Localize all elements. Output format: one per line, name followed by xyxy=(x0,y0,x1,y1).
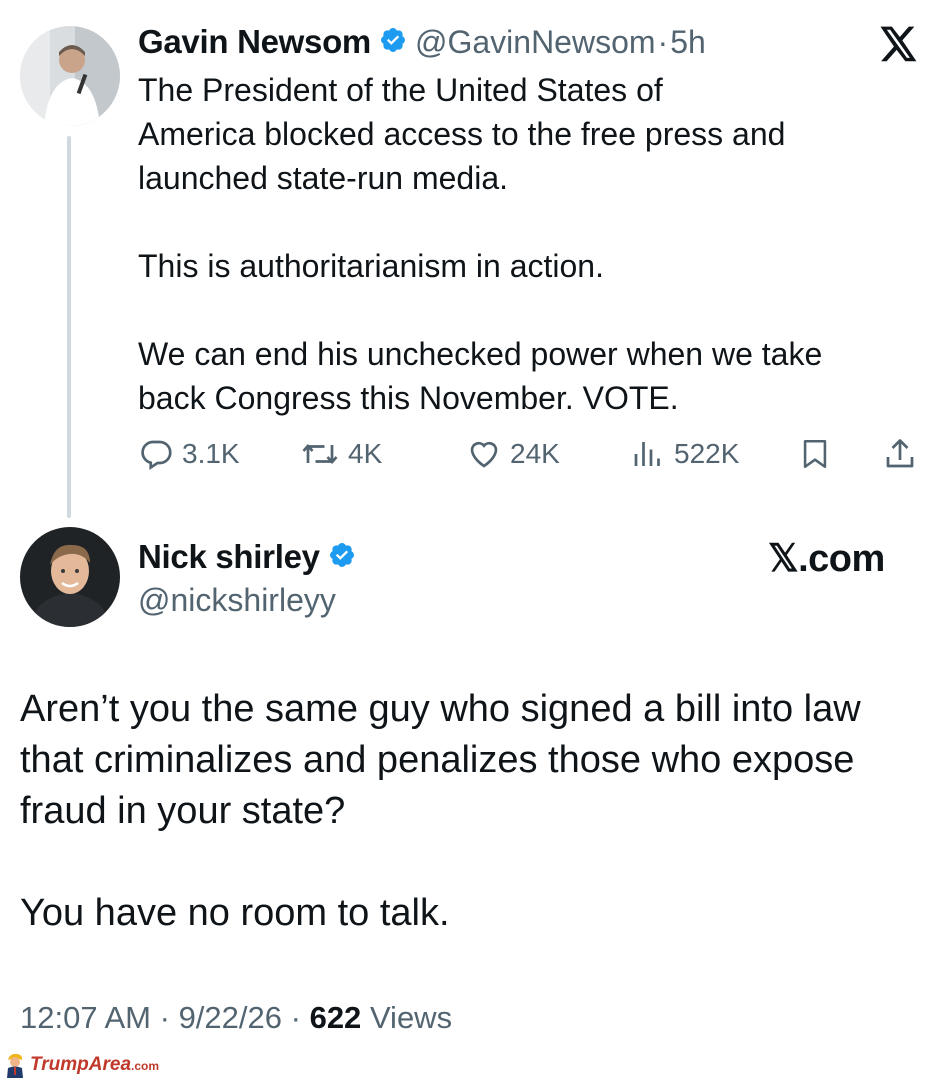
reply-header: Nick shirley xyxy=(138,537,356,577)
tweet-paragraph: The President of the United States of Am… xyxy=(138,68,898,200)
like-count: 24K xyxy=(510,438,560,469)
reply-paragraph: Aren’t you the same guy who signed a bil… xyxy=(20,684,900,837)
reply-paragraph: You have no room to talk. xyxy=(20,892,450,934)
repost-icon xyxy=(302,444,338,464)
verified-badge-icon xyxy=(379,26,407,59)
x-com-label: 𝕏.com xyxy=(768,538,885,580)
tweet-line: The President of the United States of xyxy=(138,72,663,108)
reply-body: Aren’t you the same guy who signed a bil… xyxy=(20,684,900,939)
tweet-header: Gavin Newsom @GavinNewsom · 5h xyxy=(138,22,706,62)
tweet-paragraph: This is authoritarianism in action. xyxy=(138,248,604,284)
share-icon xyxy=(886,439,914,468)
tweet-line: America blocked access to the free press… xyxy=(138,116,786,152)
reply-author-name[interactable]: Nick shirley xyxy=(138,538,320,576)
analytics-icon xyxy=(634,442,660,466)
watermark-tld: .com xyxy=(131,1059,160,1073)
author-handle[interactable]: @GavinNewsom xyxy=(415,24,656,61)
meta-separator: · xyxy=(290,1000,301,1035)
x-logo-icon[interactable] xyxy=(880,26,918,67)
repost-count: 4K xyxy=(348,438,383,469)
reply-timestamp[interactable]: 12:07 AM xyxy=(20,1000,151,1035)
reply-meta-footer: 12:07 AM · 9/22/26 · 622 Views xyxy=(20,1000,452,1036)
tweet-line: We can end his unchecked power when we t… xyxy=(138,336,823,372)
tweet-action-bar: 3.1K 4K 24K 522K xyxy=(0,432,940,478)
meta-separator: · xyxy=(159,1000,170,1035)
reply-line: fraud in your state? xyxy=(20,790,346,832)
reply-author-handle[interactable]: @nickshirleyy xyxy=(138,582,336,619)
reply-line: that criminalizes and penalizes those wh… xyxy=(20,739,855,781)
repost-button[interactable]: 4K xyxy=(300,436,382,472)
tweet-paragraph: We can end his unchecked power when we t… xyxy=(138,332,898,420)
bookmark-icon xyxy=(803,439,827,469)
author-name[interactable]: Gavin Newsom xyxy=(138,23,371,61)
views-button[interactable]: 522K xyxy=(630,436,739,472)
like-button[interactable]: 24K xyxy=(466,436,560,472)
watermark: TrumpArea.com xyxy=(4,1052,159,1078)
tweet-line: back Congress this November. VOTE. xyxy=(138,380,679,416)
trump-figure-icon xyxy=(7,1053,23,1078)
tweet-time[interactable]: 5h xyxy=(670,24,706,61)
avatar-photo xyxy=(20,26,120,126)
watermark-text: TrumpArea.com xyxy=(30,1054,159,1076)
avatar-gavin-newsom[interactable] xyxy=(20,26,120,126)
reply-button[interactable]: 3.1K xyxy=(138,436,240,472)
heart-icon xyxy=(470,441,498,468)
tweet-line: launched state-run media. xyxy=(138,160,508,196)
reply-views-label: Views xyxy=(369,1000,453,1035)
tweet-body: The President of the United States of Am… xyxy=(138,68,898,420)
avatar-photo xyxy=(20,527,120,627)
watermark-brand: TrumpArea xyxy=(30,1054,132,1075)
bookmark-button[interactable] xyxy=(798,436,832,472)
reply-count: 3.1K xyxy=(182,438,240,469)
views-count: 522K xyxy=(674,438,740,469)
reply-icon xyxy=(141,440,172,471)
reply-date[interactable]: 9/22/26 xyxy=(179,1000,282,1035)
reply-line: Aren’t you the same guy who signed a bil… xyxy=(20,688,861,730)
avatar-nick-shirley[interactable] xyxy=(20,527,120,627)
share-button[interactable] xyxy=(882,436,918,472)
reply-views-count: 622 xyxy=(309,1000,362,1035)
verified-badge-icon xyxy=(328,541,356,574)
meta-separator: · xyxy=(657,23,669,60)
